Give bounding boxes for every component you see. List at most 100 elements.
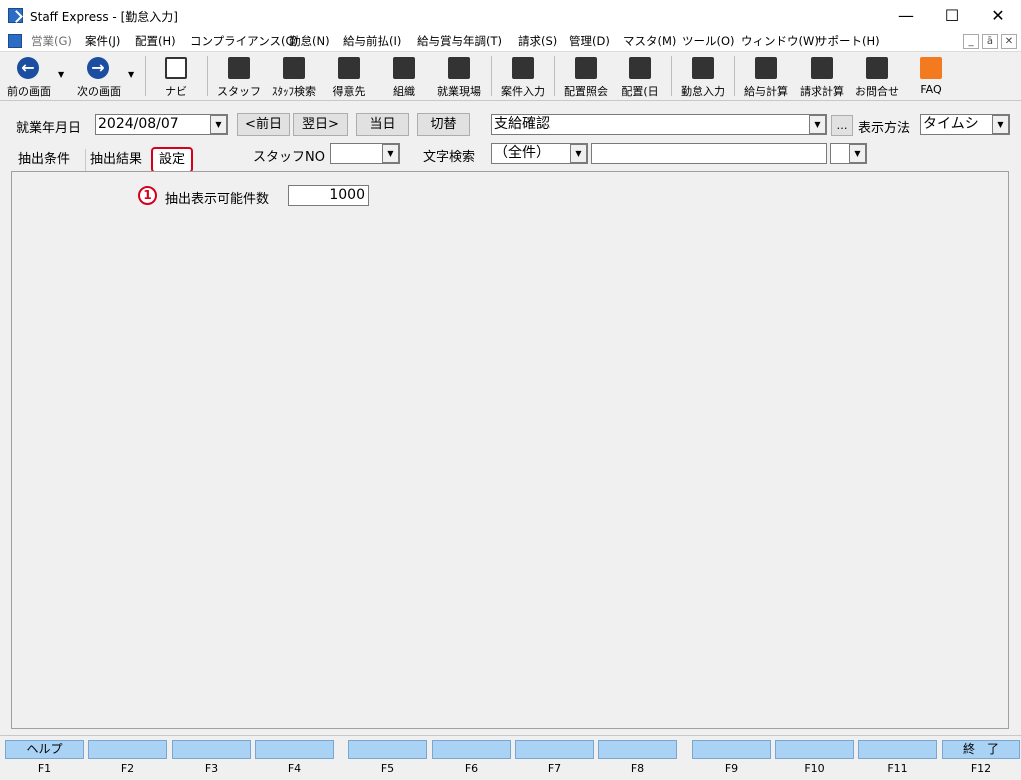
window-title: Staff Express - [勤怠入力] [30, 10, 178, 24]
f4-button[interactable] [255, 740, 334, 759]
menu-billing[interactable]: 請求(S) [518, 33, 557, 49]
display-method-select[interactable]: タイムシ ▼ [920, 114, 1010, 135]
faq-icon [920, 57, 942, 79]
f5-label: F5 [380, 762, 395, 775]
toolbar-separator [734, 56, 735, 96]
f5-button[interactable] [348, 740, 427, 759]
switch-button[interactable]: 切替 [417, 113, 470, 136]
chevron-down-icon[interactable]: ▼ [570, 144, 587, 163]
prev-day-button[interactable]: <前日 [237, 113, 290, 136]
toolbar-separator [554, 56, 555, 96]
staff-icon [228, 57, 250, 79]
ellipsis-button[interactable]: … [831, 115, 853, 136]
mode-select[interactable]: 支給確認 ▼ [491, 114, 827, 135]
client-button[interactable]: 得意先 [326, 54, 372, 100]
f7-button[interactable] [515, 740, 594, 759]
navi-button[interactable]: ナビ [152, 54, 200, 100]
max-rows-input[interactable]: 1000 [288, 185, 369, 206]
contact-button[interactable]: お問合せ [851, 54, 903, 100]
assign-day-button[interactable]: 配置(日 [616, 54, 664, 100]
menu-attendance[interactable]: 勤怠(N) [289, 33, 330, 49]
minimize-button[interactable]: — [883, 0, 929, 31]
toolbar: ← 前の画面 ▼ → 次の画面 ▼ ナビ スタッフ ｽﾀｯﾌ検索 得意先 組織 … [0, 51, 1021, 101]
work-date-label: 就業年月日 [16, 121, 82, 136]
f11-button[interactable] [858, 740, 937, 759]
billing-icon [811, 57, 833, 79]
faq-button[interactable]: FAQ [906, 54, 956, 100]
chevron-down-icon[interactable]: ▼ [210, 115, 227, 134]
menu-support[interactable]: サポート(H) [816, 33, 880, 49]
menu-tools[interactable]: ツール(O) [682, 33, 735, 49]
f9-button[interactable] [692, 740, 771, 759]
site-button[interactable]: 就業現場 [432, 54, 486, 100]
mdi-minimize-button[interactable]: _ [963, 34, 979, 49]
f8-label: F8 [630, 762, 645, 775]
f1-help-button[interactable]: ヘルプ [5, 740, 84, 759]
staff-button[interactable]: スタッフ [213, 54, 265, 100]
toolbar-separator [671, 56, 672, 96]
menu-advance-pay[interactable]: 給与前払(I) [343, 33, 401, 49]
forward-dropdown-icon[interactable]: ▼ [128, 70, 134, 79]
today-button[interactable]: 当日 [356, 113, 409, 136]
mdi-restore-button[interactable]: ā [982, 34, 998, 49]
mdi-app-icon[interactable] [8, 34, 22, 48]
mdi-close-button[interactable]: ✕ [1001, 34, 1017, 49]
f12-exit-button[interactable]: 終 了 [942, 740, 1020, 759]
menu-case[interactable]: 案件(J) [85, 33, 120, 49]
attendance-input-button[interactable]: 勤怠入力 [676, 54, 730, 100]
tab-extract-results[interactable]: 抽出結果 [85, 149, 147, 171]
toolbar-separator [145, 56, 146, 96]
f3-label: F3 [204, 762, 219, 775]
contact-icon [866, 57, 888, 79]
f9-label: F9 [724, 762, 739, 775]
menu-master[interactable]: マスタ(M) [623, 33, 676, 49]
staff-search-button[interactable]: ｽﾀｯﾌ検索 [266, 54, 322, 100]
site-icon [448, 57, 470, 79]
f2-button[interactable] [88, 740, 167, 759]
f10-button[interactable] [775, 740, 854, 759]
text-search-option-select[interactable]: ▼ [830, 143, 867, 164]
title-bar: Staff Express - [勤怠入力] — ☐ ✕ [0, 0, 1021, 31]
forward-button[interactable]: → 次の画面 [70, 54, 128, 100]
menu-assign[interactable]: 配置(H) [135, 33, 176, 49]
menu-compliance[interactable]: コンプライアンス(C) [190, 33, 298, 49]
case-input-icon [512, 57, 534, 79]
main-panel: 就業年月日 2024/08/07 ▼ <前日 翌日> 当日 切替 支給確認 ▼ … [0, 101, 1021, 735]
f6-button[interactable] [432, 740, 511, 759]
menu-payroll[interactable]: 給与賞与年調(T) [417, 33, 502, 49]
text-search-label: 文字検索 [423, 150, 476, 165]
f4-label: F4 [287, 762, 302, 775]
toolbar-separator [491, 56, 492, 96]
back-button[interactable]: ← 前の画面 [2, 54, 56, 100]
chevron-down-icon[interactable]: ▼ [382, 144, 399, 163]
app-icon [8, 8, 23, 23]
next-day-button[interactable]: 翌日> [293, 113, 348, 136]
display-method-label: 表示方法 [858, 121, 911, 136]
arrow-left-icon: ← [17, 57, 39, 79]
menu-window[interactable]: ウィンドウ(W) [741, 33, 819, 49]
payroll-icon [755, 57, 777, 79]
payroll-button[interactable]: 給与計算 [739, 54, 793, 100]
tab-settings[interactable]: 設定 [151, 147, 194, 173]
chevron-down-icon[interactable]: ▼ [809, 115, 826, 134]
maximize-button[interactable]: ☐ [929, 0, 975, 31]
org-button[interactable]: 組織 [381, 54, 427, 100]
tab-extract-conditions[interactable]: 抽出条件 [14, 149, 75, 171]
close-button[interactable]: ✕ [975, 0, 1021, 31]
assign-inquiry-button[interactable]: 配置照会 [559, 54, 613, 100]
chevron-down-icon[interactable]: ▼ [992, 115, 1009, 134]
staff-no-select[interactable]: ▼ [330, 143, 400, 164]
back-dropdown-icon[interactable]: ▼ [58, 70, 64, 79]
f3-button[interactable] [172, 740, 251, 759]
toolbar-separator [207, 56, 208, 96]
menu-admin[interactable]: 管理(D) [569, 33, 610, 49]
case-input-button[interactable]: 案件入力 [496, 54, 550, 100]
menu-sales[interactable]: 営業(G) [31, 33, 72, 49]
text-search-input[interactable] [591, 143, 827, 164]
billing-button[interactable]: 請求計算 [795, 54, 849, 100]
text-search-scope-select[interactable]: （全件） ▼ [491, 143, 588, 164]
f8-button[interactable] [598, 740, 677, 759]
chevron-down-icon[interactable]: ▼ [849, 144, 866, 163]
org-icon [393, 57, 415, 79]
work-date-field[interactable]: 2024/08/07 ▼ [95, 114, 228, 135]
